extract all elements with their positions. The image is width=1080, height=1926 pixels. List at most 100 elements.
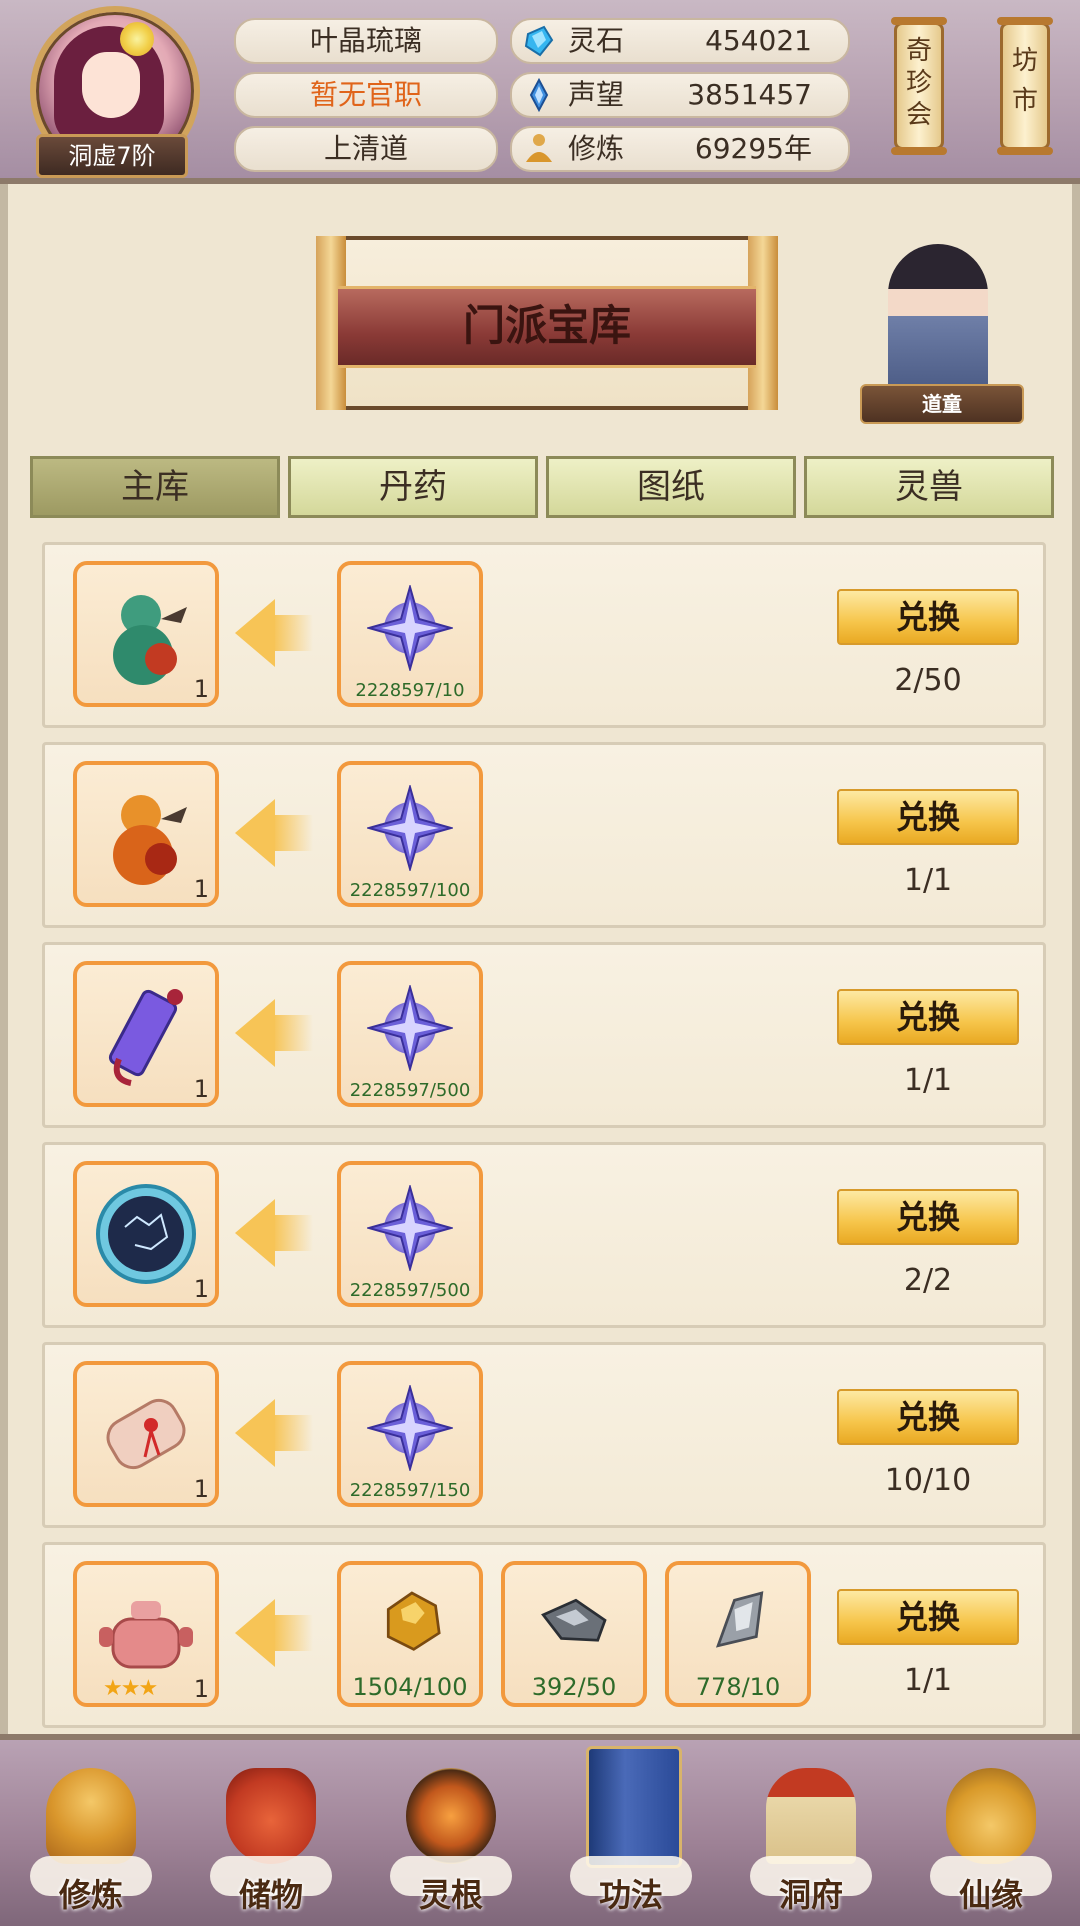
cost-slot[interactable]: 392/50 bbox=[501, 1561, 647, 1707]
stat-value: 454021 bbox=[705, 24, 812, 57]
exchange-arrow-tail bbox=[273, 1015, 313, 1051]
iron-ore-icon bbox=[541, 1598, 607, 1642]
exchange-button[interactable]: 兑换 bbox=[837, 1389, 1019, 1445]
sect-contribution-star-icon bbox=[367, 585, 453, 671]
reward-quantity: 1 bbox=[193, 875, 209, 903]
nav-cultivation[interactable]: 修炼 bbox=[16, 1762, 166, 1922]
nav-label: 洞府 bbox=[778, 1876, 843, 1914]
reward-quantity: 1 bbox=[193, 1075, 209, 1103]
nav-spirit-root[interactable]: 灵根 bbox=[376, 1762, 526, 1922]
tab-blueprints[interactable]: 图纸 bbox=[546, 456, 796, 518]
stat-value: 69295年 bbox=[694, 132, 812, 165]
tab-pills[interactable]: 丹药 bbox=[288, 456, 538, 518]
rare-treasure-auction-button[interactable]: 奇珍会 bbox=[891, 17, 947, 155]
cost-count: 778/10 bbox=[695, 1673, 781, 1701]
cost-slot[interactable]: 2228597/100 bbox=[337, 761, 483, 907]
reward-slot[interactable]: 1 bbox=[73, 561, 219, 707]
exchange-row: ★★★ 1 1504/100 392/50 778/10 兑换 1/1 bbox=[42, 1542, 1046, 1728]
exchange-limit: 10/10 bbox=[884, 1463, 972, 1498]
npc-figure bbox=[888, 244, 988, 394]
reward-slot[interactable]: 1 bbox=[73, 761, 219, 907]
exchange-arrow-tail bbox=[273, 815, 313, 851]
side-button-label: 坊市 bbox=[1011, 46, 1038, 116]
reward-slot[interactable]: ★★★ 1 bbox=[73, 1561, 219, 1707]
sect-contribution-star-icon bbox=[367, 985, 453, 1071]
star-rating-icon: ★★★ bbox=[103, 1676, 158, 1701]
bottom-navigation: 修炼 储物 灵根 功法 洞府 仙缘 bbox=[0, 1734, 1080, 1926]
cost-slot[interactable]: 2228597/500 bbox=[337, 961, 483, 1107]
jade-talisman-icon bbox=[108, 989, 183, 1086]
cost-slot[interactable]: 1504/100 bbox=[337, 1561, 483, 1707]
page-title: 门派宝库 bbox=[338, 286, 756, 368]
exchange-arrow-tail bbox=[273, 615, 313, 651]
meditation-icon bbox=[526, 134, 552, 162]
cost-count: 2228597/150 bbox=[349, 1480, 471, 1501]
reputation-crystal-icon bbox=[529, 78, 549, 112]
hair-flower-icon bbox=[120, 22, 154, 56]
sect-name: 上清道 bbox=[234, 126, 498, 172]
reward-quantity: 1 bbox=[193, 1675, 209, 1703]
reward-slot[interactable]: 1 bbox=[73, 961, 219, 1107]
sect-contribution-star-icon bbox=[367, 1185, 453, 1271]
tab-spirit-beasts[interactable]: 灵兽 bbox=[804, 456, 1054, 518]
nav-label: 储物 bbox=[238, 1876, 303, 1914]
market-button[interactable]: 坊市 bbox=[997, 17, 1053, 155]
spirit-stone-icon bbox=[524, 25, 554, 57]
title-banner: 门派宝库 bbox=[316, 236, 778, 410]
exchange-button[interactable]: 兑换 bbox=[837, 1189, 1019, 1245]
exchange-button[interactable]: 兑换 bbox=[837, 789, 1019, 845]
exchange-arrow-icon bbox=[235, 999, 275, 1067]
gold-ore-icon bbox=[386, 1591, 441, 1651]
exchange-button[interactable]: 兑换 bbox=[837, 989, 1019, 1045]
meditating-monk-icon bbox=[46, 1768, 136, 1864]
technique-book-icon bbox=[586, 1746, 682, 1868]
exchange-row: 1 2228597/150 兑换 10/10 bbox=[42, 1342, 1046, 1528]
nav-storage[interactable]: 储物 bbox=[196, 1762, 346, 1922]
exchange-arrow-tail bbox=[273, 1215, 313, 1251]
stat-label: 声望 bbox=[568, 78, 625, 111]
sect-contribution-star-icon bbox=[367, 1385, 453, 1471]
nav-label: 修炼 bbox=[58, 1876, 123, 1914]
exchange-limit: 2/50 bbox=[894, 663, 962, 698]
cost-count: 1504/100 bbox=[352, 1673, 468, 1701]
exchange-row: 1 2228597/500 兑换 1/1 bbox=[42, 942, 1046, 1128]
exchange-limit: 1/1 bbox=[903, 863, 953, 898]
cost-count: 2228597/500 bbox=[349, 1080, 471, 1101]
exchange-limit: 2/2 bbox=[903, 1263, 953, 1298]
exchange-limit: 1/1 bbox=[903, 1063, 953, 1098]
exchange-button[interactable]: 兑换 bbox=[837, 589, 1019, 645]
npc-name: 道童 bbox=[860, 384, 1024, 424]
cauldron-icon bbox=[99, 1601, 193, 1669]
sect-contribution-star-icon bbox=[367, 785, 453, 871]
exchange-arrow-icon bbox=[235, 1399, 275, 1467]
reward-slot[interactable]: 1 bbox=[73, 1161, 219, 1307]
orange-gourd-icon bbox=[113, 795, 187, 885]
cost-slot[interactable]: 2228597/10 bbox=[337, 561, 483, 707]
reward-slot[interactable]: 1 bbox=[73, 1361, 219, 1507]
nav-cave-dwelling[interactable]: 洞府 bbox=[736, 1762, 886, 1922]
avatar-face bbox=[82, 52, 140, 118]
cost-slot[interactable]: 2228597/500 bbox=[337, 1161, 483, 1307]
cultivation-rank-badge: 洞虚7阶 bbox=[36, 134, 188, 178]
stat-reputation: 声望 3851457 bbox=[510, 72, 850, 118]
green-gourd-icon bbox=[113, 595, 187, 685]
nav-immortal-fate[interactable]: 仙缘 bbox=[916, 1762, 1066, 1922]
reward-quantity: 1 bbox=[193, 675, 209, 703]
npc-portrait[interactable]: 道童 bbox=[860, 224, 1024, 424]
cost-count: 392/50 bbox=[531, 1673, 617, 1701]
stat-spirit-stone: 灵石 454021 bbox=[510, 18, 850, 64]
reward-quantity: 1 bbox=[193, 1275, 209, 1303]
cost-slot[interactable]: 2228597/150 bbox=[337, 1361, 483, 1507]
cost-slot[interactable]: 778/10 bbox=[665, 1561, 811, 1707]
spirit-root-orb-icon bbox=[406, 1768, 496, 1864]
official-title: 暂无官职 bbox=[234, 72, 498, 118]
exchange-button[interactable]: 兑换 bbox=[837, 1589, 1019, 1645]
tab-main-vault[interactable]: 主库 bbox=[30, 456, 280, 518]
cave-dwelling-icon bbox=[766, 1768, 856, 1864]
stat-cultivation: 修炼 69295年 bbox=[510, 126, 850, 172]
nav-techniques[interactable]: 功法 bbox=[556, 1746, 706, 1922]
cost-count: 2228597/100 bbox=[349, 880, 471, 901]
exchange-arrow-icon bbox=[235, 799, 275, 867]
exchange-arrow-icon bbox=[235, 1599, 275, 1667]
exchange-arrow-icon bbox=[235, 599, 275, 667]
